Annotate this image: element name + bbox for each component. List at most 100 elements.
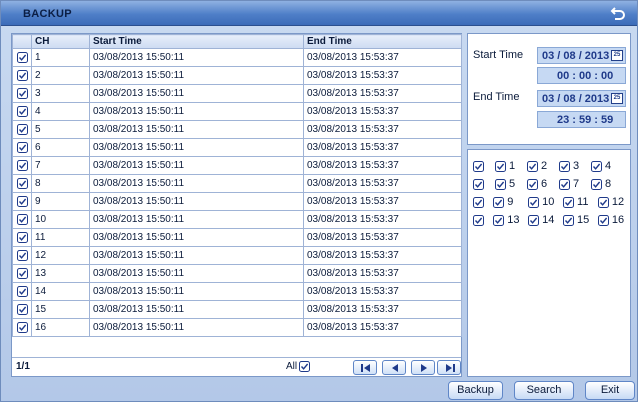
table-row[interactable]: 8 03/08/2013 15:50:11 03/08/2013 15:53:37 bbox=[12, 174, 462, 193]
select-all-toggle[interactable]: All bbox=[286, 361, 311, 372]
channel-checkbox-15[interactable]: 15 bbox=[563, 214, 598, 226]
checked-checkbox-icon[interactable] bbox=[16, 159, 28, 171]
checked-checkbox-icon[interactable] bbox=[591, 160, 602, 172]
previous-page-button[interactable] bbox=[382, 360, 406, 375]
table-row[interactable]: 6 03/08/2013 15:50:11 03/08/2013 15:53:37 bbox=[12, 138, 462, 157]
row-select-checkbox[interactable] bbox=[12, 138, 32, 157]
channel-checkbox-9[interactable]: 9 bbox=[493, 196, 528, 208]
row-select-checkbox[interactable] bbox=[12, 66, 32, 85]
row-select-checkbox[interactable] bbox=[12, 264, 32, 283]
row-select-checkbox[interactable] bbox=[12, 210, 32, 229]
table-row[interactable]: 13 03/08/2013 15:50:11 03/08/2013 15:53:37 bbox=[12, 264, 462, 283]
row-select-checkbox[interactable] bbox=[12, 246, 32, 265]
checked-checkbox-icon[interactable] bbox=[16, 123, 28, 135]
checked-checkbox-icon[interactable] bbox=[597, 196, 609, 208]
start-date-field[interactable]: 03 / 08 / 2013 25 bbox=[537, 47, 626, 64]
table-row[interactable]: 7 03/08/2013 15:50:11 03/08/2013 15:53:37 bbox=[12, 156, 462, 175]
exit-button[interactable]: Exit bbox=[585, 381, 635, 400]
channel-checkbox-5[interactable]: 5 bbox=[495, 178, 527, 190]
table-row[interactable]: 4 03/08/2013 15:50:11 03/08/2013 15:53:37 bbox=[12, 102, 462, 121]
channel-checkbox-16[interactable]: 16 bbox=[597, 214, 631, 226]
checked-checkbox-icon[interactable] bbox=[493, 196, 505, 208]
checked-checkbox-icon[interactable] bbox=[493, 214, 505, 226]
channel-checkbox-8[interactable]: 8 bbox=[591, 178, 623, 190]
start-time-field[interactable]: 00 : 00 : 00 bbox=[537, 67, 626, 84]
channel-checkbox-7[interactable]: 7 bbox=[559, 178, 591, 190]
row-select-checkbox[interactable] bbox=[12, 282, 32, 301]
end-date-field[interactable]: 03 / 08 / 2013 25 bbox=[537, 90, 626, 107]
row-select-checkbox[interactable] bbox=[12, 102, 32, 121]
checked-checkbox-icon[interactable] bbox=[527, 178, 538, 190]
channel-checkbox-1[interactable]: 1 bbox=[495, 160, 527, 172]
checked-checkbox-icon[interactable] bbox=[16, 51, 28, 63]
first-page-button[interactable] bbox=[353, 360, 377, 375]
checked-checkbox-icon[interactable] bbox=[563, 196, 575, 208]
table-row[interactable]: 3 03/08/2013 15:50:11 03/08/2013 15:53:37 bbox=[12, 84, 462, 103]
table-row[interactable]: 5 03/08/2013 15:50:11 03/08/2013 15:53:37 bbox=[12, 120, 462, 139]
row-select-checkbox[interactable] bbox=[12, 120, 32, 139]
table-row[interactable]: 10 03/08/2013 15:50:11 03/08/2013 15:53:37 bbox=[12, 210, 462, 229]
checked-checkbox-icon[interactable] bbox=[559, 178, 570, 190]
checked-checkbox-icon[interactable] bbox=[527, 160, 538, 172]
calendar-icon[interactable]: 25 bbox=[611, 50, 623, 61]
search-button[interactable]: Search bbox=[514, 381, 574, 400]
calendar-icon[interactable]: 25 bbox=[611, 93, 623, 104]
channel-row-select-checkbox[interactable] bbox=[473, 178, 495, 190]
channel-checkbox-3[interactable]: 3 bbox=[559, 160, 591, 172]
channel-checkbox-14[interactable]: 14 bbox=[528, 214, 563, 226]
checked-checkbox-icon[interactable] bbox=[16, 213, 28, 225]
checked-checkbox-icon[interactable] bbox=[16, 249, 28, 261]
row-select-checkbox[interactable] bbox=[12, 84, 32, 103]
checked-checkbox-icon[interactable] bbox=[16, 141, 28, 153]
channel-row-select-checkbox[interactable] bbox=[473, 214, 493, 226]
channel-checkbox-2[interactable]: 2 bbox=[527, 160, 559, 172]
table-row[interactable]: 2 03/08/2013 15:50:11 03/08/2013 15:53:37 bbox=[12, 66, 462, 85]
checked-checkbox-icon[interactable] bbox=[16, 177, 28, 189]
next-page-button[interactable] bbox=[411, 360, 435, 375]
checked-checkbox-icon[interactable] bbox=[563, 214, 575, 226]
channel-checkbox-12[interactable]: 12 bbox=[597, 196, 631, 208]
checked-checkbox-icon[interactable] bbox=[16, 285, 28, 297]
checked-checkbox-icon[interactable] bbox=[16, 87, 28, 99]
checked-checkbox-icon[interactable] bbox=[495, 178, 506, 190]
backup-button[interactable]: Backup bbox=[448, 381, 503, 400]
checked-checkbox-icon[interactable] bbox=[16, 105, 28, 117]
row-select-checkbox[interactable] bbox=[12, 174, 32, 193]
checked-checkbox-icon[interactable] bbox=[473, 196, 484, 208]
end-time-field[interactable]: 23 : 59 : 59 bbox=[537, 111, 626, 128]
checked-checkbox-icon[interactable] bbox=[473, 178, 484, 190]
checked-checkbox-icon[interactable] bbox=[16, 195, 28, 207]
checked-checkbox-icon[interactable] bbox=[528, 196, 540, 208]
checked-checkbox-icon[interactable] bbox=[591, 178, 602, 190]
checked-checkbox-icon[interactable] bbox=[16, 69, 28, 81]
table-row[interactable]: 15 03/08/2013 15:50:11 03/08/2013 15:53:37 bbox=[12, 300, 462, 319]
checked-checkbox-icon[interactable] bbox=[495, 160, 506, 172]
checked-checkbox-icon[interactable] bbox=[473, 160, 484, 172]
checked-checkbox-icon[interactable] bbox=[559, 160, 570, 172]
checked-checkbox-icon[interactable] bbox=[473, 214, 484, 226]
channel-checkbox-11[interactable]: 11 bbox=[563, 196, 598, 208]
back-button[interactable] bbox=[609, 5, 627, 22]
row-select-checkbox[interactable] bbox=[12, 48, 32, 67]
channel-checkbox-6[interactable]: 6 bbox=[527, 178, 559, 190]
row-select-checkbox[interactable] bbox=[12, 192, 32, 211]
checked-checkbox-icon[interactable] bbox=[16, 231, 28, 243]
checked-checkbox-icon[interactable] bbox=[597, 214, 609, 226]
table-row[interactable]: 1 03/08/2013 15:50:11 03/08/2013 15:53:37 bbox=[12, 48, 462, 67]
checked-checkbox-icon[interactable] bbox=[16, 267, 28, 279]
checked-checkbox-icon[interactable] bbox=[528, 214, 540, 226]
channel-checkbox-10[interactable]: 10 bbox=[528, 196, 563, 208]
checked-checkbox-icon[interactable] bbox=[16, 321, 28, 333]
table-row[interactable]: 14 03/08/2013 15:50:11 03/08/2013 15:53:37 bbox=[12, 282, 462, 301]
row-select-checkbox[interactable] bbox=[12, 300, 32, 319]
checked-checkbox-icon[interactable] bbox=[16, 303, 28, 315]
channel-checkbox-13[interactable]: 13 bbox=[493, 214, 528, 226]
channel-checkbox-4[interactable]: 4 bbox=[591, 160, 623, 172]
table-row[interactable]: 9 03/08/2013 15:50:11 03/08/2013 15:53:37 bbox=[12, 192, 462, 211]
row-select-checkbox[interactable] bbox=[12, 318, 32, 337]
table-row[interactable]: 11 03/08/2013 15:50:11 03/08/2013 15:53:37 bbox=[12, 228, 462, 247]
row-select-checkbox[interactable] bbox=[12, 228, 32, 247]
table-row[interactable]: 16 03/08/2013 15:50:11 03/08/2013 15:53:37 bbox=[12, 318, 462, 337]
channel-row-select-checkbox[interactable] bbox=[473, 196, 493, 208]
row-select-checkbox[interactable] bbox=[12, 156, 32, 175]
